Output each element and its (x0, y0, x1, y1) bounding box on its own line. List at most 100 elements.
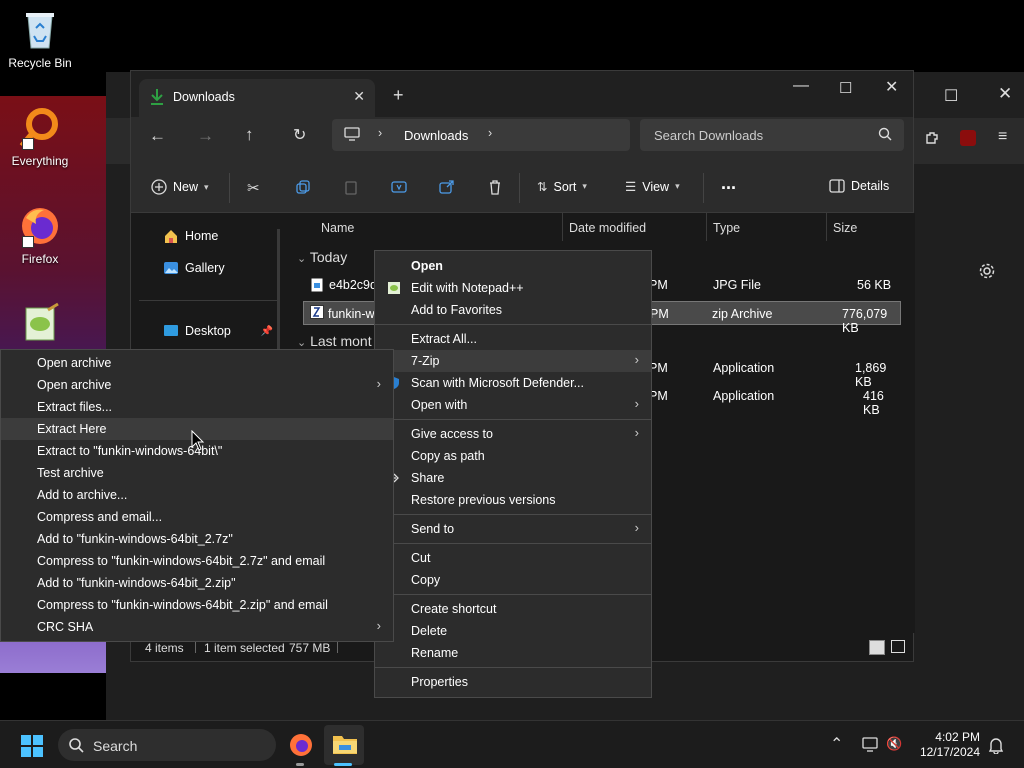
menu-item-label: Delete (411, 624, 448, 638)
new-button[interactable]: New ▾ (151, 179, 209, 195)
minimize-icon[interactable]: — (793, 77, 809, 95)
tiles-view-icon[interactable] (891, 640, 905, 653)
menu-item-delete[interactable]: Delete (375, 620, 651, 642)
menu-item-label: Restore previous versions (411, 493, 556, 507)
rename-icon[interactable] (391, 179, 407, 195)
taskbar-search-label: Search (93, 738, 138, 754)
column-header-size[interactable]: Size (833, 221, 857, 235)
cut-icon[interactable]: ✂ (247, 179, 260, 197)
menu-item-cut[interactable]: Cut (375, 547, 651, 569)
column-divider[interactable] (562, 213, 563, 241)
column-header-type[interactable]: Type (713, 221, 740, 235)
maximize-icon[interactable]: ☐ (944, 86, 958, 106)
menu-item-scan-defender[interactable]: Scan with Microsoft Defender... (375, 372, 651, 394)
pin-icon[interactable]: 📌 (261, 326, 273, 337)
sidebar-item-desktop[interactable]: Desktop 📌 (163, 324, 273, 338)
desktop-icon-recycle-bin[interactable]: Recycle Bin (0, 8, 80, 70)
copy-icon[interactable] (295, 179, 311, 195)
sidebar-item-gallery[interactable]: Gallery (163, 260, 225, 276)
menu-item-create-shortcut[interactable]: Create shortcut (375, 598, 651, 620)
view-button[interactable]: ☰ View ▾ (625, 179, 680, 195)
paste-icon[interactable] (343, 179, 359, 195)
menu-icon[interactable]: ≡ (998, 128, 1007, 146)
file-type: JPG File (713, 278, 761, 292)
command-bar: New ▾ ✂ ⇅ Sort ▾ ☰ View ▾ ... Details (131, 165, 913, 213)
network-icon[interactable] (862, 737, 880, 753)
refresh-icon[interactable]: ↻ (293, 125, 306, 145)
forward-arrow-icon[interactable]: → (197, 126, 214, 146)
menu-item-open-with[interactable]: Open with › (375, 394, 651, 416)
menu-item-test-archive[interactable]: Test archive (1, 462, 393, 484)
breadcrumb-chevron-icon[interactable]: › (488, 126, 492, 140)
desktop-icon-everything[interactable]: Everything (0, 106, 80, 168)
menu-item-compress-zip-email[interactable]: Compress to "funkin-windows-64bit_2.zip"… (1, 594, 393, 616)
system-clock[interactable]: 4:02 PM 12/17/2024 (914, 730, 980, 760)
menu-item-add-to-archive[interactable]: Add to archive... (1, 484, 393, 506)
firefox-taskbar-icon[interactable] (288, 732, 314, 758)
menu-item-extract-all[interactable]: Extract All... (375, 328, 651, 350)
recycle-bin-icon (18, 8, 62, 52)
search-icon (68, 737, 84, 753)
tab-close-icon[interactable]: ✕ (353, 88, 365, 105)
details-button[interactable]: Details (829, 179, 889, 193)
chevron-down-icon: ▾ (582, 181, 587, 191)
notification-bell-icon[interactable] (988, 736, 1004, 754)
new-tab-icon[interactable]: + (393, 85, 404, 106)
tab-downloads[interactable]: Downloads ✕ (139, 79, 375, 117)
notepad-plus-plus-icon (18, 302, 62, 346)
sort-button[interactable]: ⇅ Sort ▾ (537, 179, 587, 195)
volume-muted-icon[interactable]: 🔇 (886, 736, 902, 752)
search-box[interactable]: Search Downloads (640, 119, 904, 151)
group-header-last-month[interactable]: ⌄ Last mont (297, 333, 372, 349)
menu-item-copy-path[interactable]: Copy as path (375, 445, 651, 467)
divider (139, 300, 279, 301)
menu-item-compress-email[interactable]: Compress and email... (1, 506, 393, 528)
menu-item-send-to[interactable]: Send to › (375, 518, 651, 540)
menu-item-add-to-zip[interactable]: Add to "funkin-windows-64bit_2.zip" (1, 572, 393, 594)
menu-item-edit-notepad[interactable]: Edit with Notepad++ (375, 277, 651, 299)
column-header-date[interactable]: Date modified (569, 221, 646, 235)
menu-item-copy[interactable]: Copy (375, 569, 651, 591)
column-header-name[interactable]: Name (321, 221, 354, 235)
menu-item-compress-7z-email[interactable]: Compress to "funkin-windows-64bit_2.7z" … (1, 550, 393, 572)
menu-item-crc-sha[interactable]: CRC SHA › (1, 616, 393, 638)
menu-item-give-access[interactable]: Give access to › (375, 423, 651, 445)
menu-item-add-to-7z[interactable]: Add to "funkin-windows-64bit_2.7z" (1, 528, 393, 550)
maximize-icon[interactable]: ☐ (839, 79, 852, 97)
taskbar-search[interactable]: Search (58, 729, 276, 761)
more-options-icon[interactable]: ... (721, 173, 736, 194)
chevron-right-icon: › (376, 376, 381, 391)
delete-icon[interactable] (487, 179, 503, 195)
menu-item-add-favorites[interactable]: Add to Favorites (375, 299, 651, 321)
group-header-today[interactable]: ⌄ Today (297, 249, 347, 265)
window-close-icon[interactable]: ✕ (885, 77, 898, 97)
menu-item-properties[interactable]: Properties (375, 671, 651, 693)
menu-item-rename[interactable]: Rename (375, 642, 651, 664)
extensions-icon[interactable] (924, 130, 940, 146)
breadcrumb-downloads[interactable]: Downloads (404, 128, 468, 143)
settings-gear-icon[interactable] (978, 262, 996, 280)
sidebar-item-home[interactable]: Home (163, 228, 218, 244)
column-divider[interactable] (706, 213, 707, 241)
menu-item-open[interactable]: Open (375, 255, 651, 277)
column-divider[interactable] (826, 213, 827, 241)
back-arrow-icon[interactable]: ← (149, 126, 166, 146)
chevron-up-icon[interactable]: ⌃ (830, 734, 843, 754)
share-icon[interactable] (439, 179, 455, 195)
view-icon: ☰ (625, 180, 637, 194)
menu-item-share[interactable]: Share (375, 467, 651, 489)
address-bar[interactable]: › Downloads › (332, 119, 630, 151)
close-icon[interactable]: ✕ (998, 84, 1012, 104)
menu-item-open-archive-sub[interactable]: Open archive › (1, 374, 393, 396)
menu-item-open-archive[interactable]: Open archive (1, 352, 393, 374)
details-view-icon[interactable] (869, 640, 885, 655)
navigation-bar: ← → ↑ ↻ › Downloads › Search Downloads (131, 117, 913, 165)
ublock-origin-icon[interactable] (960, 130, 976, 146)
desktop-icon-notepad[interactable] (0, 302, 80, 350)
menu-item-extract-files[interactable]: Extract files... (1, 396, 393, 418)
desktop-icon-firefox[interactable]: Firefox (0, 204, 80, 266)
menu-item-7zip[interactable]: 7-Zip › (375, 350, 651, 372)
menu-item-restore-versions[interactable]: Restore previous versions (375, 489, 651, 511)
up-arrow-icon[interactable]: ↑ (245, 125, 254, 145)
windows-start-icon[interactable] (20, 734, 44, 758)
